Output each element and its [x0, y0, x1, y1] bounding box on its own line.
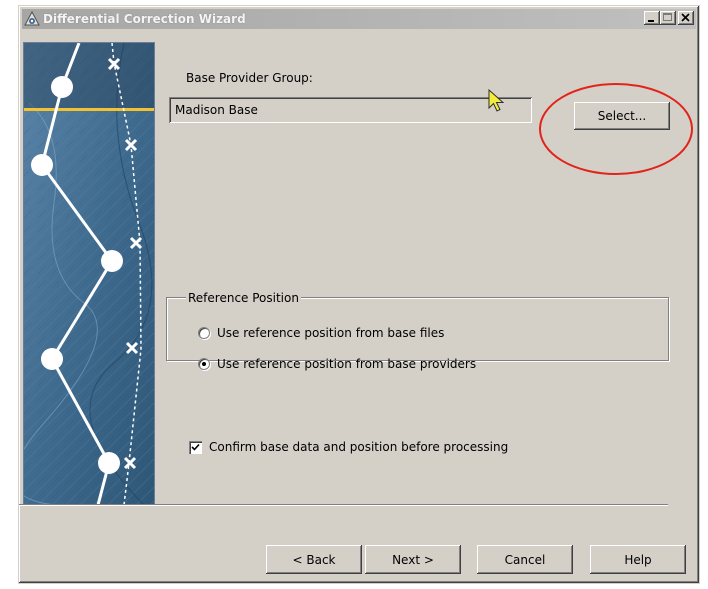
- next-button[interactable]: Next >: [365, 545, 461, 574]
- back-button[interactable]: < Back: [266, 545, 362, 574]
- cancel-button[interactable]: Cancel: [477, 545, 573, 574]
- radio-base-providers-label: Use reference position from base provide…: [217, 357, 477, 371]
- window-title: Differential Correction Wizard: [43, 12, 246, 26]
- maximize-icon: [663, 13, 672, 21]
- base-provider-label: Base Provider Group:: [186, 71, 313, 85]
- radio-base-files-button[interactable]: [198, 327, 210, 339]
- app-icon: [24, 11, 40, 26]
- minimize-icon: [648, 20, 654, 22]
- title-bar[interactable]: Differential Correction Wizard: [22, 9, 696, 29]
- radio-base-files[interactable]: Use reference position from base files: [198, 326, 444, 340]
- radio-base-providers-button[interactable]: [198, 358, 210, 370]
- maximize-button[interactable]: [660, 11, 676, 25]
- reference-position-legend: Reference Position: [186, 291, 301, 305]
- confirm-base-data-checkbox[interactable]: Confirm base data and position before pr…: [189, 440, 508, 454]
- help-button[interactable]: Help: [590, 545, 686, 574]
- wizard-sidebar-art: [23, 42, 155, 506]
- minimize-button[interactable]: [644, 11, 660, 25]
- confirm-checkbox-label: Confirm base data and position before pr…: [209, 440, 509, 454]
- footer-separator: [19, 504, 668, 506]
- radio-base-files-label: Use reference position from base files: [217, 326, 445, 340]
- title-bar-controls: [644, 11, 694, 25]
- radio-base-providers[interactable]: Use reference position from base provide…: [198, 357, 476, 371]
- select-button[interactable]: Select...: [574, 102, 670, 130]
- base-provider-field[interactable]: Madison Base: [169, 97, 532, 123]
- confirm-checkbox-box[interactable]: [189, 440, 202, 454]
- checkmark-icon: [191, 443, 200, 451]
- close-icon: [681, 13, 690, 22]
- close-button[interactable]: [678, 11, 694, 25]
